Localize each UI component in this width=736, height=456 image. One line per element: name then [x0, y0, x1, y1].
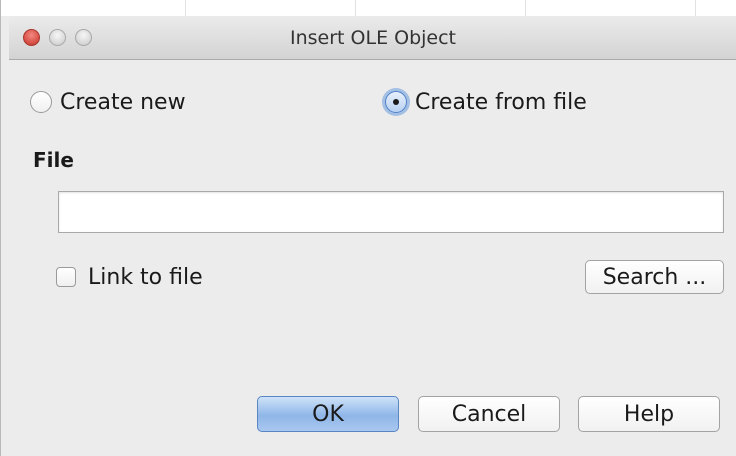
- link-to-file-checkbox[interactable]: [56, 267, 76, 287]
- title-bar: Insert OLE Object: [9, 16, 736, 60]
- create-from-file-label: Create from file: [415, 89, 587, 115]
- background-divider: [695, 0, 696, 16]
- ok-button[interactable]: OK: [257, 396, 399, 432]
- link-to-file-label: Link to file: [88, 264, 203, 290]
- help-button[interactable]: Help: [578, 396, 720, 432]
- background-divider: [355, 0, 356, 16]
- file-section-label: File: [33, 148, 74, 172]
- insert-ole-object-dialog: Insert OLE Object Create new Create from…: [0, 0, 736, 456]
- link-to-file-option[interactable]: Link to file: [56, 262, 203, 292]
- background-divider: [185, 0, 186, 16]
- create-from-file-option[interactable]: Create from file: [385, 88, 587, 116]
- cancel-button[interactable]: Cancel: [418, 396, 560, 432]
- background-window-strip: [1, 0, 736, 16]
- search-button[interactable]: Search ...: [585, 260, 724, 294]
- create-new-option[interactable]: Create new: [30, 88, 186, 116]
- file-path-input[interactable]: [58, 191, 724, 233]
- background-divider: [525, 0, 526, 16]
- create-from-file-radio[interactable]: [385, 91, 407, 113]
- window-title: Insert OLE Object: [290, 27, 456, 49]
- create-new-label: Create new: [60, 89, 186, 115]
- create-new-radio[interactable]: [30, 91, 52, 113]
